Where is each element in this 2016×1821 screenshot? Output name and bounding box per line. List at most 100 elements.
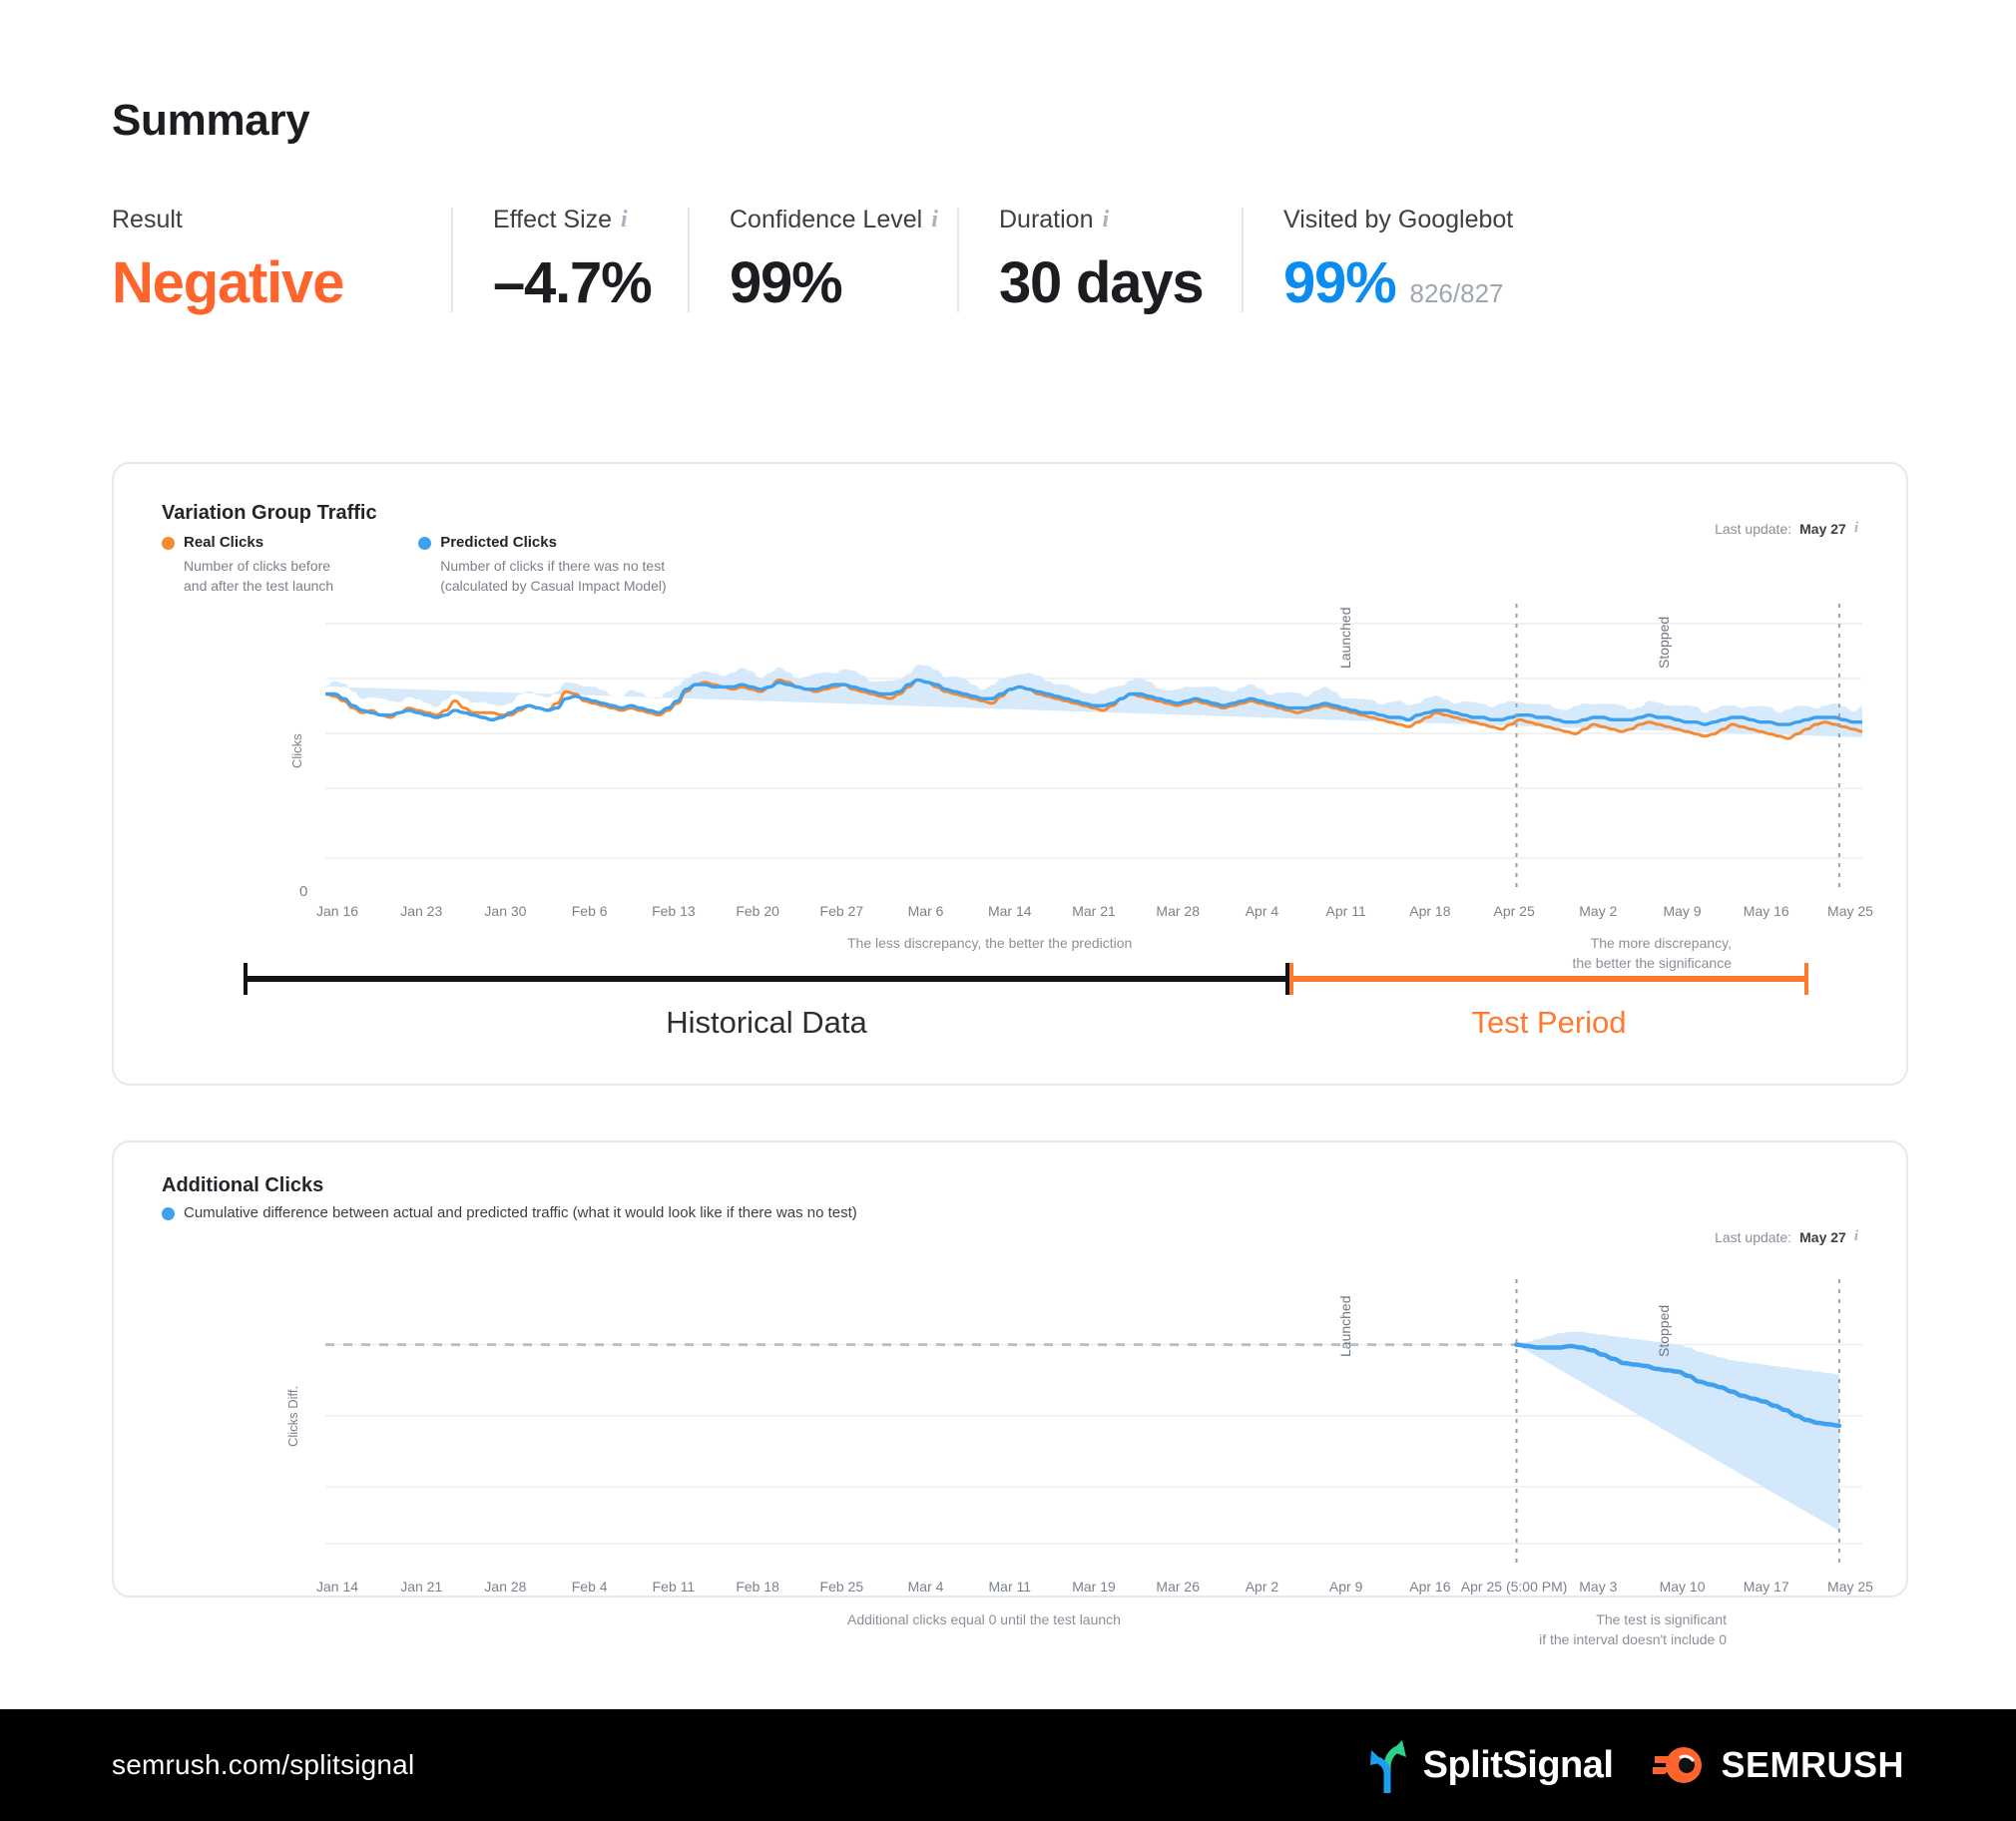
x-axis-tick: Apr 16 bbox=[1409, 1579, 1451, 1594]
x-axis-tick: Feb 20 bbox=[736, 903, 779, 919]
y-axis-label-clicks-diff: Clicks Diff. bbox=[285, 1385, 300, 1447]
x-axis-tick: Apr 9 bbox=[1328, 1579, 1363, 1594]
stat-duration-label: Duration i bbox=[999, 208, 1202, 232]
x-axis-tick: Apr 25 bbox=[1493, 903, 1535, 919]
x-axis-tick: Jan 21 bbox=[400, 1579, 443, 1594]
bracket-test-period: Test Period bbox=[1289, 963, 1808, 1040]
x-axis-tick: May 25 bbox=[1827, 903, 1873, 919]
info-icon[interactable]: i bbox=[1854, 520, 1858, 536]
x-axis-tick: May 3 bbox=[1579, 1579, 1618, 1594]
split-arrows-icon bbox=[1369, 1740, 1406, 1793]
x-axis-tick: Apr 2 bbox=[1245, 1579, 1279, 1594]
legend-desc-real-clicks: Number of clicks before and after the te… bbox=[184, 557, 334, 595]
period-brackets: Historical Data Test Period bbox=[162, 963, 1858, 1073]
y-axis-zero-tick: 0 bbox=[299, 883, 308, 900]
legend-item-real-clicks: Real Clicks Number of clicks before and … bbox=[162, 534, 333, 596]
x-axis-tick: Feb 27 bbox=[819, 903, 864, 919]
chart-title-traffic: Variation Group Traffic bbox=[162, 502, 377, 524]
info-icon[interactable]: i bbox=[1854, 1228, 1858, 1244]
legend-label-real-clicks: Real Clicks bbox=[184, 534, 264, 551]
x-axis-tick: May 16 bbox=[1743, 903, 1789, 919]
stat-result: Result Negative bbox=[112, 208, 451, 312]
footer-logos: SplitSignal SEMRUSH bbox=[1365, 1737, 1904, 1793]
info-icon[interactable]: i bbox=[931, 208, 938, 231]
x-axis-tick: May 9 bbox=[1663, 903, 1702, 919]
x-axis-tick: Feb 4 bbox=[571, 1579, 608, 1594]
x-axis-tick: Feb 25 bbox=[819, 1579, 864, 1594]
stat-googlebot-value: 99% 826/827 bbox=[1283, 254, 1513, 312]
stat-duration: Duration i 30 days bbox=[957, 208, 1242, 312]
splitsignal-wordmark: SplitSignal bbox=[1422, 1743, 1614, 1786]
stat-confidence-level-label: Confidence Level i bbox=[730, 208, 938, 232]
footer-bar: semrush.com/splitsignal SplitSignal SEMR… bbox=[0, 1709, 2016, 1821]
stat-confidence-level-value: 99% bbox=[730, 250, 843, 315]
legend-dot-icon bbox=[418, 537, 432, 550]
stat-effect-size: Effect Size i –4.7% bbox=[451, 208, 688, 312]
x-axis-tick: May 10 bbox=[1659, 1579, 1706, 1594]
stat-duration-label-text: Duration bbox=[999, 206, 1094, 233]
stat-googlebot-ratio: 826/827 bbox=[1409, 278, 1504, 308]
x-axis-tick: Apr 11 bbox=[1325, 903, 1366, 919]
x-axis-tick: Feb 13 bbox=[652, 903, 696, 919]
stat-result-label-text: Result bbox=[112, 206, 183, 233]
x-axis-tick: Feb 18 bbox=[736, 1579, 779, 1594]
x-axis-tick: Mar 26 bbox=[1156, 1579, 1201, 1594]
bracket-bar bbox=[244, 976, 1289, 982]
x-axis-tick: Mar 28 bbox=[1156, 903, 1201, 919]
traffic-chart-plot bbox=[325, 604, 1862, 893]
x-axis-tick: May 25 bbox=[1827, 1579, 1873, 1594]
x-axis-tick: Feb 6 bbox=[571, 903, 608, 919]
caption-test-significant: The test is significant if the interval … bbox=[1539, 1611, 1727, 1648]
marker-label-launched: Launched bbox=[1337, 607, 1353, 669]
last-update-additional: Last update: May 27 i bbox=[1715, 1228, 1858, 1245]
stat-googlebot-label: Visited by Googlebot bbox=[1283, 208, 1513, 232]
variation-group-traffic-card: Variation Group Traffic Last update: May… bbox=[112, 462, 1908, 1086]
stat-googlebot-label-text: Visited by Googlebot bbox=[1283, 206, 1514, 233]
x-axis-tick: Jan 30 bbox=[484, 903, 527, 919]
x-axis-tick: Jan 14 bbox=[315, 1579, 359, 1594]
last-update-prefix: Last update: bbox=[1715, 521, 1792, 537]
semrush-logo: SEMRUSH bbox=[1653, 1743, 1904, 1787]
x-axis-tick: May 2 bbox=[1579, 903, 1618, 919]
info-icon[interactable]: i bbox=[621, 208, 628, 231]
last-update-traffic: Last update: May 27 i bbox=[1715, 520, 1858, 537]
info-icon[interactable]: i bbox=[1103, 208, 1110, 231]
bracket-bar bbox=[1289, 976, 1808, 982]
x-axis-tick: Mar 11 bbox=[988, 1579, 1032, 1594]
stat-visited-by-googlebot: Visited by Googlebot 99% 826/827 bbox=[1242, 208, 1513, 312]
x-axis-ticks-additional: Jan 14 Jan 21 Jan 28 Feb 4 Feb 11 Feb 18 Feb 2… bbox=[316, 1579, 1873, 1600]
semrush-wordmark: SEMRUSH bbox=[1721, 1744, 1904, 1785]
additional-clicks-plot bbox=[325, 1279, 1862, 1569]
x-axis-tick: Apr 18 bbox=[1409, 903, 1451, 919]
x-axis-tick: Mar 14 bbox=[987, 903, 1032, 919]
splitsignal-report-page: Summary Result Negative Effect Size i –4… bbox=[0, 0, 2016, 1821]
x-axis-tick: Jan 28 bbox=[484, 1579, 527, 1594]
x-axis-tick: Apr 4 bbox=[1245, 903, 1279, 919]
summary-stats-row: Result Negative Effect Size i –4.7% Conf… bbox=[112, 208, 1513, 312]
page-title: Summary bbox=[112, 96, 310, 145]
caption-less-discrepancy: The less discrepancy, the better the pre… bbox=[847, 935, 1133, 951]
x-axis-tick: Mar 19 bbox=[1072, 1579, 1116, 1594]
chart-legend-traffic: Real Clicks Number of clicks before and … bbox=[162, 534, 667, 596]
last-update-value: May 27 bbox=[1799, 1229, 1846, 1245]
marker-label-stopped: Stopped bbox=[1656, 616, 1672, 669]
marker-label-launched: Launched bbox=[1337, 1295, 1353, 1357]
bracket-label-historical: Historical Data bbox=[666, 1005, 867, 1040]
legend-dot-icon bbox=[162, 1207, 175, 1220]
stat-duration-value: 30 days bbox=[999, 250, 1205, 315]
x-axis-tick: Feb 11 bbox=[652, 1579, 696, 1594]
legend-label-predicted-clicks: Predicted Clicks bbox=[440, 534, 557, 551]
legend-dot-icon bbox=[162, 537, 175, 550]
stat-googlebot-percent: 99% bbox=[1283, 250, 1397, 315]
last-update-value: May 27 bbox=[1799, 521, 1846, 537]
stat-effect-size-label: Effect Size i bbox=[493, 208, 648, 232]
stat-result-value: Negative bbox=[112, 250, 344, 315]
bracket-cap-right bbox=[1804, 963, 1808, 995]
marker-label-stopped: Stopped bbox=[1656, 1304, 1672, 1357]
footer-url[interactable]: semrush.com/splitsignal bbox=[112, 1749, 414, 1781]
additional-clicks-card: Additional Clicks Last update: May 27 i … bbox=[112, 1140, 1908, 1647]
x-axis-tick: Jan 16 bbox=[315, 903, 359, 919]
splitsignal-logo: SplitSignal bbox=[1365, 1737, 1614, 1793]
x-axis-tick: Apr 25 (5:00 PM) bbox=[1460, 1579, 1568, 1594]
stat-confidence-level: Confidence Level i 99% bbox=[688, 208, 957, 312]
